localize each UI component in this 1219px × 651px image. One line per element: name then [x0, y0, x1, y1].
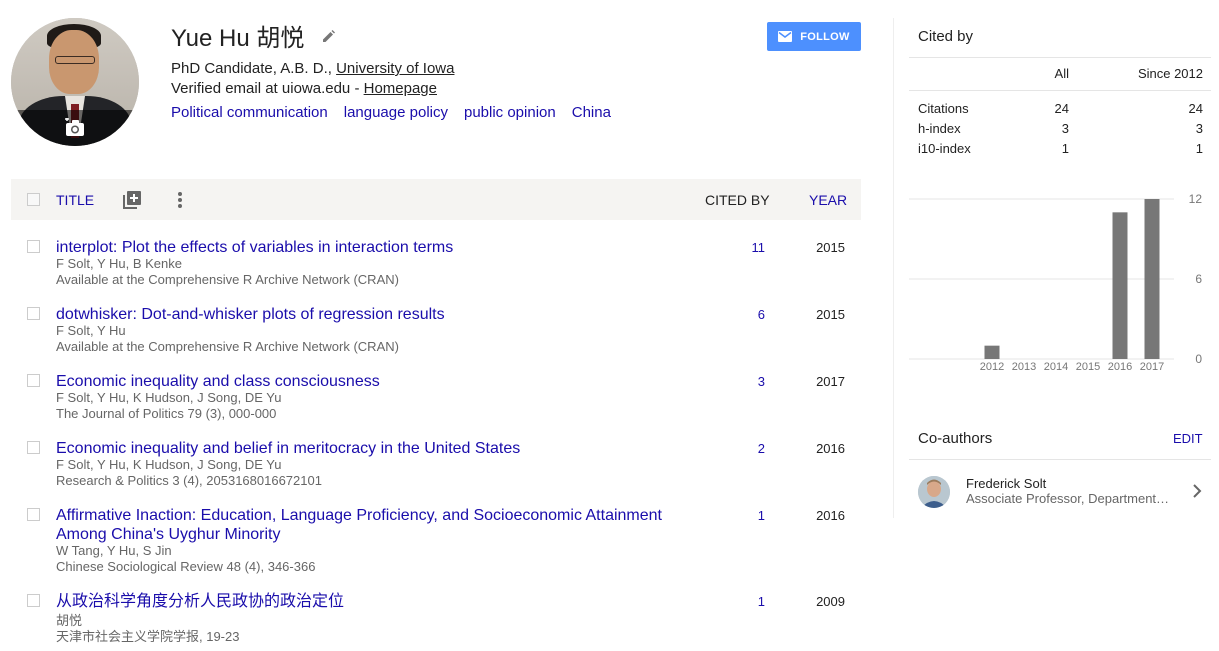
stat-label[interactable]: h-index — [918, 121, 961, 136]
follow-button[interactable]: FOLLOW — [767, 22, 861, 51]
coauthors-edit-button[interactable]: EDIT — [1173, 431, 1203, 446]
article-authors: F Solt, Y Hu, K Hudson, J Song, DE Yu — [56, 457, 282, 472]
article-venue: Available at the Comprehensive R Archive… — [56, 339, 399, 354]
interest-link[interactable]: China — [572, 104, 611, 121]
cited-count[interactable]: 2 — [711, 441, 765, 456]
interest-link[interactable]: language policy — [344, 104, 448, 121]
article-authors: F Solt, Y Hu, B Kenke — [56, 256, 182, 271]
article-year: 2017 — [816, 374, 845, 389]
article-title[interactable]: Economic inequality and belief in merito… — [56, 439, 676, 458]
stat-row-h-index: h-index 3 3 — [918, 121, 1203, 141]
x-tick-label: 2014 — [1044, 361, 1068, 373]
article-title[interactable]: 从政治科学角度分析人民政协的政治定位 — [56, 592, 676, 611]
row-checkbox[interactable] — [27, 374, 40, 387]
homepage-link[interactable]: Homepage — [364, 80, 437, 97]
divider — [909, 459, 1211, 460]
cited-by-title: Cited by — [918, 28, 974, 45]
bar-2016[interactable] — [1112, 212, 1128, 359]
col-since-header: Since 2012 — [1137, 66, 1203, 81]
x-tick-label: 2017 — [1140, 361, 1164, 373]
publications-header: TITLE CITED BY YEAR — [11, 179, 861, 220]
add-article-icon[interactable] — [122, 190, 142, 210]
stat-since: 24 — [1188, 101, 1203, 116]
cited-count[interactable]: 3 — [711, 374, 765, 389]
interest-link[interactable]: public opinion — [464, 104, 556, 121]
coauthor-item[interactable]: Frederick Solt Associate Professor, Depa… — [909, 461, 1211, 517]
row-checkbox[interactable] — [27, 594, 40, 607]
article-venue: Available at the Comprehensive R Archive… — [56, 272, 399, 287]
article-authors: F Solt, Y Hu, K Hudson, J Song, DE Yu — [56, 390, 282, 405]
university-link[interactable]: University of Iowa — [336, 60, 454, 77]
y-tick-label: 6 — [1195, 272, 1202, 286]
divider — [909, 57, 1211, 58]
sort-by-title[interactable]: TITLE — [56, 192, 94, 208]
column-divider — [893, 18, 894, 518]
article-authors: F Solt, Y Hu — [56, 323, 126, 338]
article-authors: W Tang, Y Hu, S Jin — [56, 543, 172, 558]
interest-link[interactable]: Political communication — [171, 104, 328, 121]
sort-by-year[interactable]: YEAR — [809, 192, 847, 208]
cited-count[interactable]: 6 — [711, 307, 765, 322]
row-checkbox[interactable] — [27, 441, 40, 454]
col-all-header: All — [1054, 66, 1069, 81]
bar-2012[interactable] — [984, 345, 1000, 359]
x-tick-label: 2016 — [1108, 361, 1132, 373]
x-tick-label: 2012 — [980, 361, 1004, 373]
pencil-icon[interactable] — [322, 29, 336, 43]
article-year: 2016 — [816, 508, 845, 523]
coauthor-avatar — [918, 476, 950, 508]
affiliation-text: PhD Candidate, A.B. D., — [171, 60, 337, 77]
stat-since: 1 — [1195, 141, 1203, 156]
cited-count[interactable]: 11 — [711, 240, 766, 255]
chevron-right-icon — [1193, 484, 1202, 498]
profile-name: Yue Hu 胡悦 — [171, 25, 305, 52]
research-interests: Political communication language policy … — [171, 104, 611, 121]
stat-row-citations: Citations 24 24 — [918, 101, 1203, 121]
coauthor-affiliation: Associate Professor, Department of Polit… — [966, 491, 1172, 506]
stat-all: 1 — [1061, 141, 1069, 156]
article-year: 2015 — [816, 240, 845, 255]
cited-count[interactable]: 1 — [711, 508, 765, 523]
article-venue: The Journal of Politics 79 (3), 000-000 — [56, 406, 277, 421]
article-year: 2016 — [816, 441, 845, 456]
article-venue: Chinese Sociological Review 48 (4), 346-… — [56, 559, 316, 574]
select-all-checkbox[interactable] — [27, 193, 40, 206]
more-vert-icon[interactable] — [177, 190, 183, 210]
stat-label[interactable]: Citations — [918, 101, 969, 116]
coauthors-title: Co-authors — [918, 430, 993, 447]
article-venue: 天津市社会主义学院学报, 19-23 — [56, 629, 240, 644]
stat-all: 24 — [1054, 101, 1069, 116]
article-title[interactable]: dotwhisker: Dot-and-whisker plots of reg… — [56, 305, 676, 324]
x-tick-label: 2015 — [1076, 361, 1100, 373]
cited-by-header[interactable]: CITED BY — [705, 192, 770, 208]
article-title[interactable]: Economic inequality and class consciousn… — [56, 372, 676, 391]
x-tick-label: 2013 — [1012, 361, 1036, 373]
stat-all: 3 — [1061, 121, 1069, 136]
cited-count[interactable]: 1 — [711, 594, 765, 609]
coauthor-name: Frederick Solt — [966, 476, 1047, 491]
email-line: Verified email at uiowa.edu - Homepage — [171, 80, 437, 97]
y-tick-label: 12 — [1189, 192, 1203, 206]
row-checkbox[interactable] — [27, 307, 40, 320]
article-title[interactable]: Affirmative Inaction: Education, Languag… — [56, 506, 676, 544]
article-venue: Research & Politics 3 (4), 2053168016672… — [56, 473, 322, 488]
citations-per-year-chart: 12 6 0 2012 2013 2014 2015 2016 2017 — [909, 192, 1203, 373]
article-title[interactable]: interplot: Plot the effects of variables… — [56, 238, 676, 257]
affiliation: PhD Candidate, A.B. D., University of Io… — [171, 60, 454, 77]
profile-photo[interactable] — [11, 18, 139, 146]
stat-label[interactable]: i10-index — [918, 141, 971, 156]
article-year: 2015 — [816, 307, 845, 322]
article-year: 2009 — [816, 594, 845, 609]
envelope-icon — [778, 31, 793, 42]
divider — [909, 90, 1211, 91]
stat-since: 3 — [1195, 121, 1203, 136]
y-tick-label: 0 — [1195, 352, 1202, 366]
change-photo-camera-icon[interactable] — [11, 110, 139, 146]
stat-row-i10-index: i10-index 1 1 — [918, 141, 1203, 161]
email-text: Verified email at uiowa.edu - — [171, 80, 364, 97]
bar-2017[interactable] — [1144, 199, 1160, 359]
row-checkbox[interactable] — [27, 508, 40, 521]
row-checkbox[interactable] — [27, 240, 40, 253]
follow-label: FOLLOW — [800, 30, 850, 43]
